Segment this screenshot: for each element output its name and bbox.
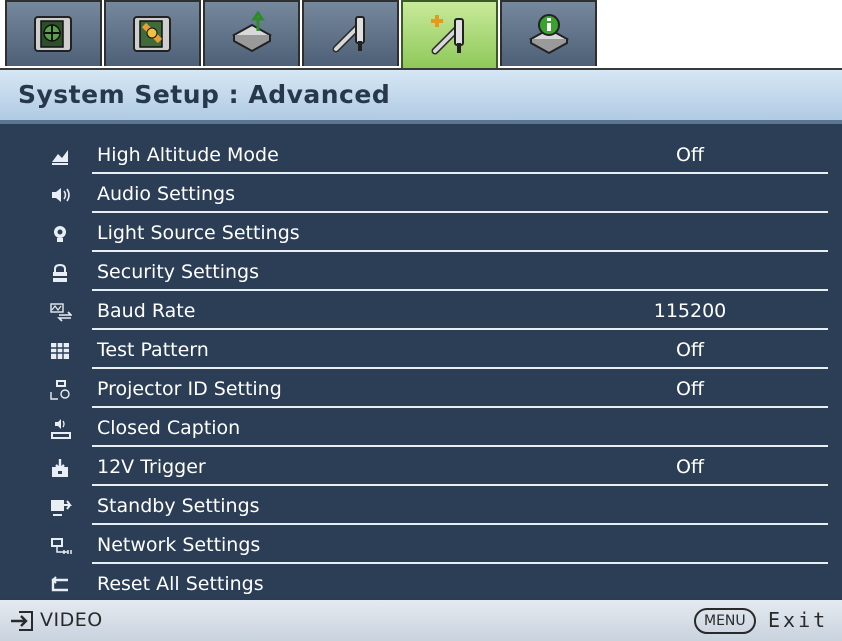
row-divider bbox=[92, 328, 828, 330]
row-divider bbox=[92, 523, 828, 525]
tab-information[interactable] bbox=[500, 0, 597, 66]
menu-item-label: Light Source Settings bbox=[97, 222, 300, 244]
menu-key-badge[interactable]: MENU bbox=[694, 608, 756, 634]
menu-item-standby-settings[interactable]: Standby Settings bbox=[0, 487, 842, 526]
row-divider bbox=[92, 250, 828, 252]
row-divider bbox=[92, 445, 828, 447]
menu-item-12v-trigger[interactable]: 12V Trigger Off bbox=[0, 448, 842, 487]
menu-item-value: Off bbox=[675, 456, 705, 478]
exit-label[interactable]: Exit bbox=[768, 608, 828, 632]
standby-icon bbox=[50, 497, 72, 517]
menu-item-security-settings[interactable]: Security Settings bbox=[0, 253, 842, 292]
tab-system-setup-advanced[interactable] bbox=[401, 0, 498, 68]
speaker-icon bbox=[50, 185, 70, 205]
menu-item-label: Network Settings bbox=[97, 534, 261, 556]
baud-rate-icon bbox=[50, 302, 72, 322]
menu-item-label: Standby Settings bbox=[97, 495, 260, 517]
tab-strip bbox=[0, 0, 842, 68]
menu-item-high-altitude-mode[interactable]: High Altitude Mode Off bbox=[0, 136, 842, 175]
menu-item-light-source-settings[interactable]: Light Source Settings bbox=[0, 214, 842, 253]
page-title-bar: System Setup : Advanced bbox=[0, 68, 842, 124]
test-pattern-icon bbox=[50, 341, 70, 361]
menu-item-label: Test Pattern bbox=[97, 339, 209, 361]
row-divider bbox=[92, 562, 828, 564]
picture-advanced-icon bbox=[132, 16, 171, 52]
projector-osd-menu: System Setup : Advanced High Altitude Mo… bbox=[0, 0, 842, 641]
menu-item-label: Audio Settings bbox=[97, 183, 235, 205]
network-icon bbox=[50, 536, 72, 556]
menu-item-label: Closed Caption bbox=[97, 417, 241, 439]
reset-icon bbox=[50, 575, 70, 595]
closed-caption-icon bbox=[50, 419, 71, 439]
lock-icon bbox=[50, 263, 70, 283]
menu-item-value: 115200 bbox=[653, 300, 727, 322]
input-source-label: VIDEO bbox=[40, 609, 103, 631]
menu-item-baud-rate[interactable]: Baud Rate 115200 bbox=[0, 292, 842, 331]
row-divider bbox=[92, 484, 828, 486]
menu-item-closed-caption[interactable]: Closed Caption bbox=[0, 409, 842, 448]
menu-item-label: Reset All Settings bbox=[97, 573, 264, 595]
tab-picture-advanced[interactable] bbox=[104, 0, 201, 66]
menu-item-audio-settings[interactable]: Audio Settings bbox=[0, 175, 842, 214]
menu-item-network-settings[interactable]: Network Settings bbox=[0, 526, 842, 565]
tab-display[interactable] bbox=[203, 0, 300, 66]
tab-system-setup-basic[interactable] bbox=[302, 0, 399, 66]
system-setup-basic-icon bbox=[332, 16, 365, 53]
row-divider bbox=[92, 172, 828, 174]
menu-item-label: Projector ID Setting bbox=[97, 378, 282, 400]
system-setup-advanced-icon bbox=[430, 15, 464, 55]
menu-item-label: Security Settings bbox=[97, 261, 259, 283]
information-icon bbox=[528, 14, 569, 55]
menu-item-value: Off bbox=[675, 378, 705, 400]
menu-item-reset-all-settings[interactable]: Reset All Settings bbox=[0, 565, 842, 604]
row-divider bbox=[92, 367, 828, 369]
menu-item-label: Baud Rate bbox=[97, 300, 196, 322]
menu-item-value: Off bbox=[675, 339, 705, 361]
row-divider bbox=[92, 406, 828, 408]
row-divider bbox=[92, 211, 828, 213]
trigger-icon bbox=[50, 458, 70, 478]
menu-item-value: Off bbox=[675, 144, 705, 166]
tab-picture-basic[interactable] bbox=[5, 0, 102, 66]
picture-basic-icon bbox=[33, 16, 72, 52]
settings-menu-list: High Altitude Mode Off Audio Settings Li… bbox=[0, 124, 842, 598]
menu-item-label: High Altitude Mode bbox=[97, 144, 279, 166]
menu-item-test-pattern[interactable]: Test Pattern Off bbox=[0, 331, 842, 370]
page-title: System Setup : Advanced bbox=[18, 80, 391, 109]
lamp-icon bbox=[50, 224, 70, 244]
row-divider bbox=[92, 289, 828, 291]
altitude-icon bbox=[50, 146, 70, 166]
display-icon bbox=[231, 11, 272, 53]
menu-item-label: 12V Trigger bbox=[97, 456, 206, 478]
status-bar: VIDEO MENU Exit bbox=[0, 600, 842, 641]
menu-item-projector-id-setting[interactable]: Projector ID Setting Off bbox=[0, 370, 842, 409]
projector-id-icon bbox=[50, 380, 70, 400]
input-source-icon bbox=[11, 611, 33, 631]
